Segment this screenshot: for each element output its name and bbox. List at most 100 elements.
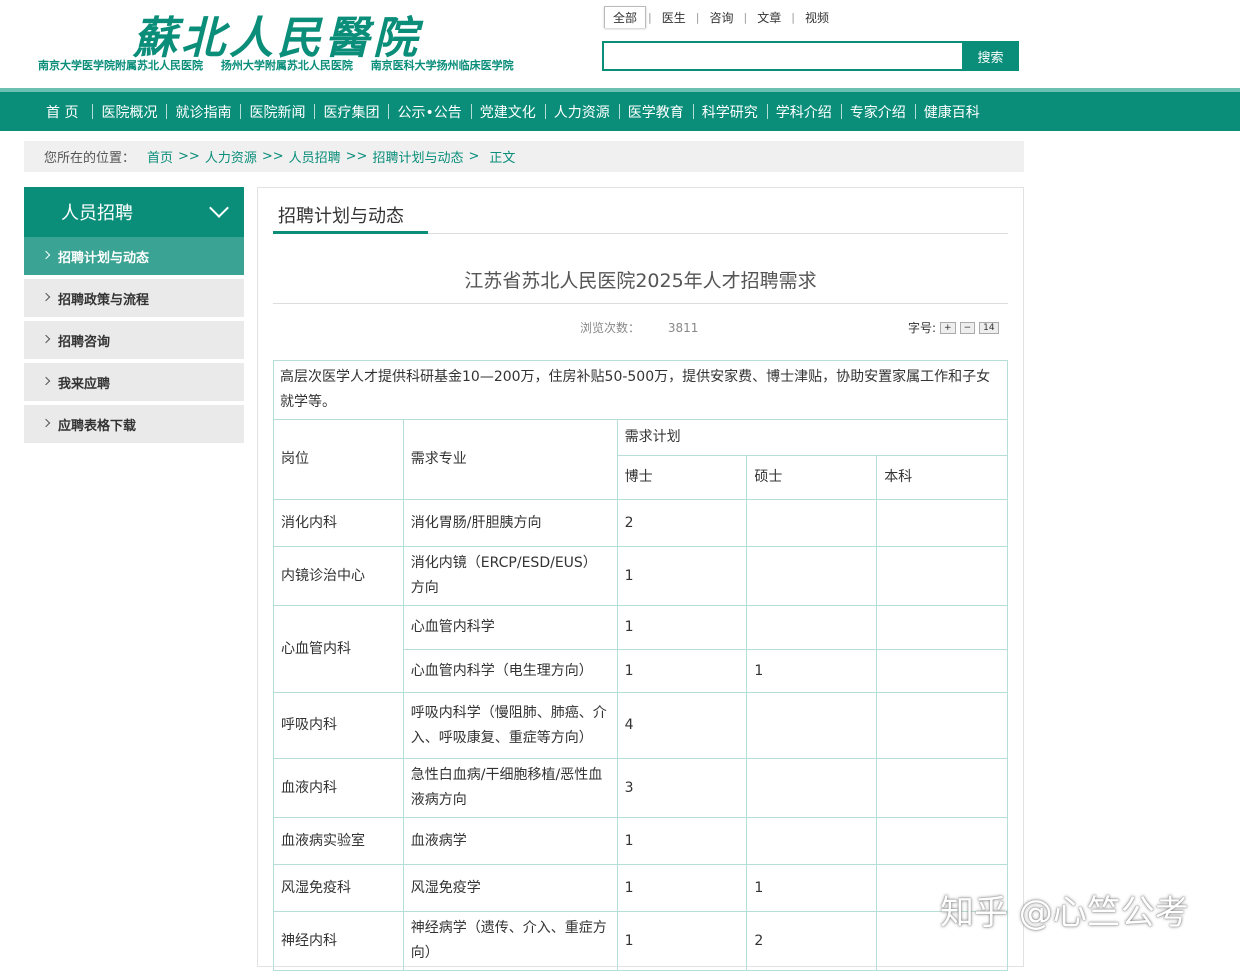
nav-item-education[interactable]: 医学教育 bbox=[618, 102, 693, 122]
font-decrease-button[interactable]: − bbox=[959, 321, 976, 334]
logo-subtitle: 南京医科大学扬州临床医学院 bbox=[370, 59, 514, 72]
logo-subtitle: 南京大学医学院附属苏北人民医院 bbox=[38, 59, 203, 72]
sidebar-item-label: 招聘咨询 bbox=[58, 334, 111, 350]
cell-phd: 1 bbox=[616, 546, 748, 606]
cell-major: 呼吸内科学（慢阻肺、肺癌、介入、呼吸康复、重症等方向） bbox=[402, 692, 618, 759]
breadcrumb-home[interactable]: 首页 bbox=[147, 147, 173, 166]
nav-item-hr[interactable]: 人力资源 bbox=[544, 102, 619, 122]
chevron-right-icon bbox=[41, 418, 51, 428]
search-tab-all[interactable]: 全部 bbox=[604, 6, 647, 28]
font-size-label: 字号: bbox=[908, 321, 937, 335]
table-row: 高层次医学人才提供科研基金10—200万，住房补贴50-500万，提供安家费、博… bbox=[273, 360, 1008, 420]
table-row: 风湿免疫科 风湿免疫学 1 1 bbox=[273, 864, 1008, 912]
cell-master bbox=[746, 499, 878, 547]
cell-major: 心血管内科学（电生理方向） bbox=[402, 649, 618, 693]
header-phd: 博士 bbox=[616, 455, 748, 500]
tab-divider: | bbox=[695, 10, 700, 24]
cell-major: 心血管内科学 bbox=[402, 605, 618, 650]
breadcrumb-recruit[interactable]: 人员招聘 bbox=[289, 147, 341, 166]
table-row: 血液内科 急性白血病/干细胞移植/恶性血液病方向 3 bbox=[273, 758, 1008, 818]
view-count-label: 浏览次数： bbox=[580, 321, 641, 335]
cell-master bbox=[746, 817, 878, 865]
article-divider bbox=[273, 303, 1008, 304]
sidebar-item-plan[interactable]: 招聘计划与动态 bbox=[24, 237, 244, 275]
sidebar-item-label: 我来应聘 bbox=[58, 376, 111, 392]
nav-item-guide[interactable]: 就诊指南 bbox=[166, 102, 240, 122]
nav-item-group[interactable]: 医疗集团 bbox=[314, 102, 388, 122]
cell-dept: 血液病实验室 bbox=[273, 817, 404, 865]
search-tab-article[interactable]: 文章 bbox=[749, 7, 789, 28]
table-row: 心血管内科 心血管内科学 1 bbox=[273, 605, 1008, 693]
header-master: 硕士 bbox=[746, 455, 878, 500]
chevron-down-icon bbox=[209, 198, 229, 218]
cell-master: 1 bbox=[746, 864, 878, 912]
nav-item-notice[interactable]: 公示•公告 bbox=[388, 102, 470, 122]
breadcrumb-separator: > bbox=[468, 149, 480, 164]
search-input[interactable] bbox=[602, 41, 964, 71]
font-reset-button[interactable]: 14 bbox=[979, 321, 999, 334]
breadcrumb-separator: >> bbox=[345, 149, 368, 164]
search-tab-consult[interactable]: 咨询 bbox=[701, 7, 741, 28]
breadcrumb-hr[interactable]: 人力资源 bbox=[205, 147, 257, 166]
recruitment-table: 高层次医学人才提供科研基金10—200万，住房补贴50-500万，提供安家费、博… bbox=[273, 360, 1009, 971]
breadcrumb-separator: >> bbox=[261, 149, 284, 164]
nav-item-overview[interactable]: 医院概况 bbox=[92, 102, 166, 122]
cell-master bbox=[746, 546, 878, 606]
header-bachelor: 本科 bbox=[876, 455, 1008, 500]
search-button[interactable]: 搜索 bbox=[962, 41, 1019, 71]
nav-item-party[interactable]: 党建文化 bbox=[470, 102, 545, 122]
logo-subtitle: 扬州大学附属苏北人民医院 bbox=[220, 59, 353, 72]
cell-bachelor bbox=[876, 546, 1008, 606]
sidebar-item-label: 招聘政策与流程 bbox=[58, 292, 150, 308]
cell-master: 2 bbox=[746, 911, 878, 971]
table-row: 内镜诊治中心 消化内镜（ERCP/ESD/EUS）方向 1 bbox=[273, 546, 1008, 606]
cell-dept: 内镜诊治中心 bbox=[273, 546, 404, 606]
font-size-controls: 字号: + − 14 bbox=[908, 319, 999, 336]
breadcrumb-plan[interactable]: 招聘计划与动态 bbox=[372, 147, 463, 166]
cell-bachelor bbox=[876, 692, 1008, 759]
cell-phd: 1 bbox=[616, 911, 748, 971]
nav-item-research[interactable]: 科学研究 bbox=[692, 102, 767, 122]
cell-dept: 呼吸内科 bbox=[273, 692, 404, 759]
search-tab-doctor[interactable]: 医生 bbox=[654, 7, 694, 28]
table-row: 血液病实验室 血液病学 1 bbox=[273, 817, 1008, 865]
cell-major: 血液病学 bbox=[402, 817, 618, 865]
sidebar-header[interactable]: 人员招聘 bbox=[24, 187, 244, 237]
cell-bachelor bbox=[876, 817, 1008, 865]
nav-item-health[interactable]: 健康百科 bbox=[914, 102, 989, 122]
section-accent-bar bbox=[273, 231, 428, 234]
nav-item-news[interactable]: 医院新闻 bbox=[240, 102, 314, 122]
sidebar-item-consult[interactable]: 招聘咨询 bbox=[24, 321, 244, 359]
chevron-right-icon bbox=[41, 292, 51, 302]
cell-dept: 消化内科 bbox=[273, 499, 404, 547]
table-row: 呼吸内科 呼吸内科学（慢阻肺、肺癌、介入、呼吸康复、重症等方向） 4 bbox=[273, 692, 1008, 759]
sidebar-item-apply[interactable]: 我来应聘 bbox=[24, 363, 244, 401]
sidebar-item-policy[interactable]: 招聘政策与流程 bbox=[24, 279, 244, 317]
cell-major: 神经病学（遗传、介入、重症方向） bbox=[402, 911, 618, 971]
nav-item-experts[interactable]: 专家介绍 bbox=[840, 102, 915, 122]
cell-bachelor bbox=[876, 499, 1008, 547]
breadcrumb-prefix: 您所在的位置： bbox=[44, 151, 136, 166]
cell-bachelor bbox=[876, 649, 1008, 693]
cell-master bbox=[746, 605, 878, 650]
table-row: 神经内科 神经病学（遗传、介入、重症方向） 1 2 bbox=[273, 911, 1008, 971]
site-header: 蘇北人民醫院 南京大学医学院附属苏北人民医院 扬州大学附属苏北人民医院 南京医科… bbox=[0, 0, 1240, 88]
sidebar-title: 人员招聘 bbox=[61, 203, 133, 224]
view-count: 浏览次数： 3811 bbox=[580, 319, 698, 336]
font-increase-button[interactable]: + bbox=[940, 321, 956, 334]
cell-phd: 2 bbox=[616, 499, 748, 547]
search-category-tabs: 全部 | 医生 | 咨询 | 文章 | 视频 bbox=[604, 6, 837, 28]
cell-phd: 1 bbox=[616, 649, 748, 693]
cell-dept: 心血管内科 bbox=[273, 605, 404, 693]
article-title: 江苏省苏北人民医院2025年人才招聘需求 bbox=[464, 270, 817, 292]
cell-master: 1 bbox=[746, 649, 878, 693]
cell-major: 消化胃肠/肝胆胰方向 bbox=[402, 499, 618, 547]
header-position: 岗位 bbox=[273, 419, 404, 500]
breadcrumb: 您所在的位置： 首页 >> 人力资源 >> 人员招聘 >> 招聘计划与动态 > … bbox=[24, 141, 1024, 172]
nav-item-disciplines[interactable]: 学科介绍 bbox=[766, 102, 841, 122]
cell-master bbox=[746, 692, 878, 759]
nav-item-home[interactable]: 首 页 bbox=[36, 102, 92, 122]
sidebar-item-forms[interactable]: 应聘表格下载 bbox=[24, 405, 244, 443]
tab-divider: | bbox=[791, 10, 795, 24]
search-tab-video[interactable]: 视频 bbox=[797, 7, 837, 28]
